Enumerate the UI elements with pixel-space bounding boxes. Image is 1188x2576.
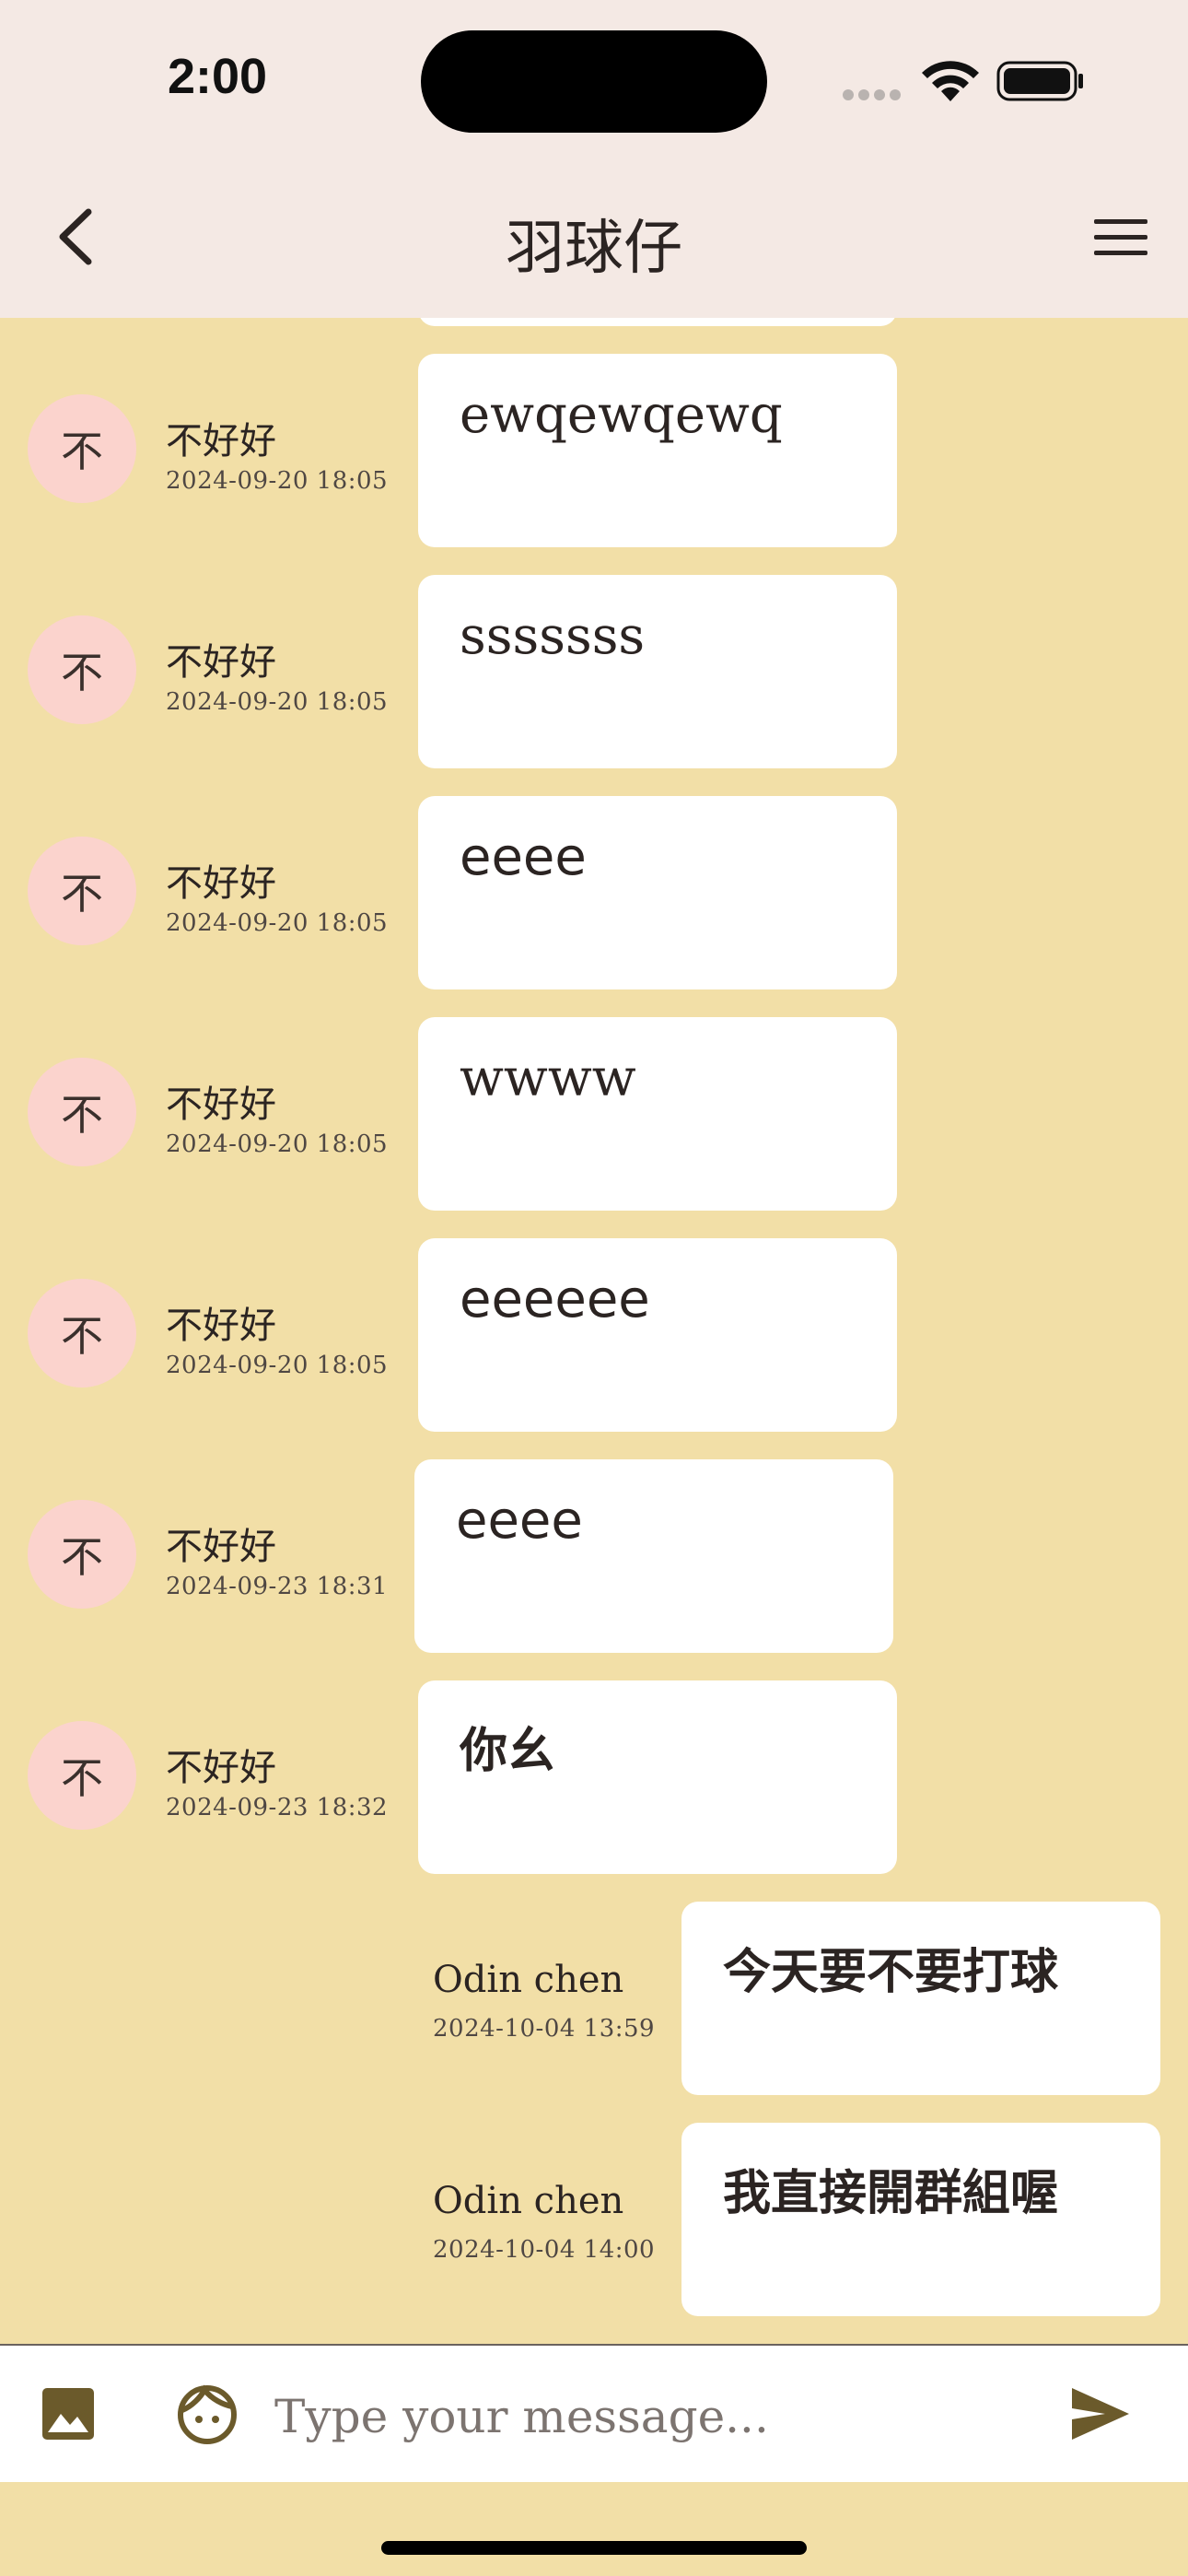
battery-icon bbox=[996, 61, 1083, 101]
message-timestamp: 2024-09-20 18:05 bbox=[166, 909, 389, 937]
avatar[interactable]: 不 bbox=[28, 837, 136, 945]
message-row: 不 不好好 2024-09-20 18:05 eeeeee bbox=[0, 1238, 1188, 1432]
status-time: 2:00 bbox=[168, 49, 268, 104]
message-row: 不 不好好 2024-09-23 18:31 eeee bbox=[0, 1459, 1188, 1653]
message-row: 不 不好好 2024-09-20 18:05 eeee bbox=[0, 796, 1188, 989]
message-row-own: Odin chen 2024-10-04 13:59 今天要不要打球 bbox=[0, 1902, 1188, 2095]
message-bubble[interactable]: eeee bbox=[414, 1459, 893, 1653]
message-bubble[interactable]: eeeeee bbox=[418, 1238, 897, 1432]
avatar[interactable]: 不 bbox=[28, 1721, 136, 1830]
message-row-own: Odin chen 2024-10-04 14:00 我直接開群組喔 bbox=[0, 2123, 1188, 2316]
message-timestamp: 2024-09-23 18:31 bbox=[166, 1573, 389, 1600]
message-bubble[interactable]: ewqewqewq bbox=[418, 354, 897, 547]
image-icon[interactable] bbox=[42, 2388, 94, 2440]
avatar[interactable]: 不 bbox=[28, 615, 136, 724]
home-indicator[interactable] bbox=[381, 2541, 807, 2555]
message-bubble[interactable]: 今天要不要打球 bbox=[681, 1902, 1160, 2095]
avatar[interactable]: 不 bbox=[28, 1500, 136, 1609]
message-row: 不 不好好 2024-09-23 18:32 你幺 bbox=[0, 1680, 1188, 1874]
message-timestamp: 2024-10-04 14:00 bbox=[433, 2236, 656, 2264]
page-title: 羽球仔 bbox=[506, 215, 682, 283]
sender-name: 不好好 bbox=[166, 1526, 276, 1568]
avatar[interactable]: 不 bbox=[28, 394, 136, 503]
sender-name: 不好好 bbox=[166, 420, 276, 463]
message-timestamp: 2024-09-20 18:05 bbox=[166, 1130, 389, 1158]
message-timestamp: 2024-09-23 18:32 bbox=[166, 1794, 389, 1821]
message-input[interactable] bbox=[273, 2371, 1031, 2462]
sender-name: Odin chen bbox=[433, 1959, 624, 2001]
message-timestamp: 2024-09-20 18:05 bbox=[166, 1352, 389, 1379]
send-icon[interactable] bbox=[1070, 2386, 1131, 2441]
sender-name: 不好好 bbox=[166, 1083, 276, 1126]
sender-name: 不好好 bbox=[166, 641, 276, 684]
message-row: 不 不好好 2024-09-20 18:05 wwww bbox=[0, 1017, 1188, 1211]
emoji-icon[interactable] bbox=[177, 2384, 238, 2445]
sender-name: 不好好 bbox=[166, 1747, 276, 1789]
message-bubble[interactable]: eeee bbox=[418, 796, 897, 989]
sender-name: Odin chen bbox=[433, 2180, 624, 2222]
sender-name: 不好好 bbox=[166, 862, 276, 905]
message-timestamp: 2024-09-20 18:05 bbox=[166, 688, 389, 716]
sender-name: 不好好 bbox=[166, 1305, 276, 1347]
app-header: 2:00 羽球仔 bbox=[0, 0, 1188, 318]
message-row: 不 不好好 2024-09-20 18:05 ewqewqewq bbox=[0, 354, 1188, 547]
cellular-signal-icon bbox=[843, 87, 907, 100]
dynamic-island bbox=[421, 30, 767, 133]
message-composer bbox=[0, 2344, 1188, 2482]
message-bubble[interactable]: wwww bbox=[418, 1017, 897, 1211]
message-bubble[interactable]: sssssss bbox=[418, 575, 897, 768]
wifi-icon bbox=[922, 61, 979, 101]
avatar[interactable]: 不 bbox=[28, 1279, 136, 1388]
avatar[interactable]: 不 bbox=[28, 1058, 136, 1166]
message-bubble[interactable]: 你幺 bbox=[418, 1680, 897, 1874]
message-bubble[interactable]: 我直接開群組喔 bbox=[681, 2123, 1160, 2316]
message-row: 不 不好好 2024-09-20 18:05 sssssss bbox=[0, 575, 1188, 768]
message-timestamp: 2024-10-04 13:59 bbox=[433, 2015, 656, 2043]
message-timestamp: 2024-09-20 18:05 bbox=[166, 467, 389, 495]
menu-icon[interactable] bbox=[1092, 216, 1149, 260]
